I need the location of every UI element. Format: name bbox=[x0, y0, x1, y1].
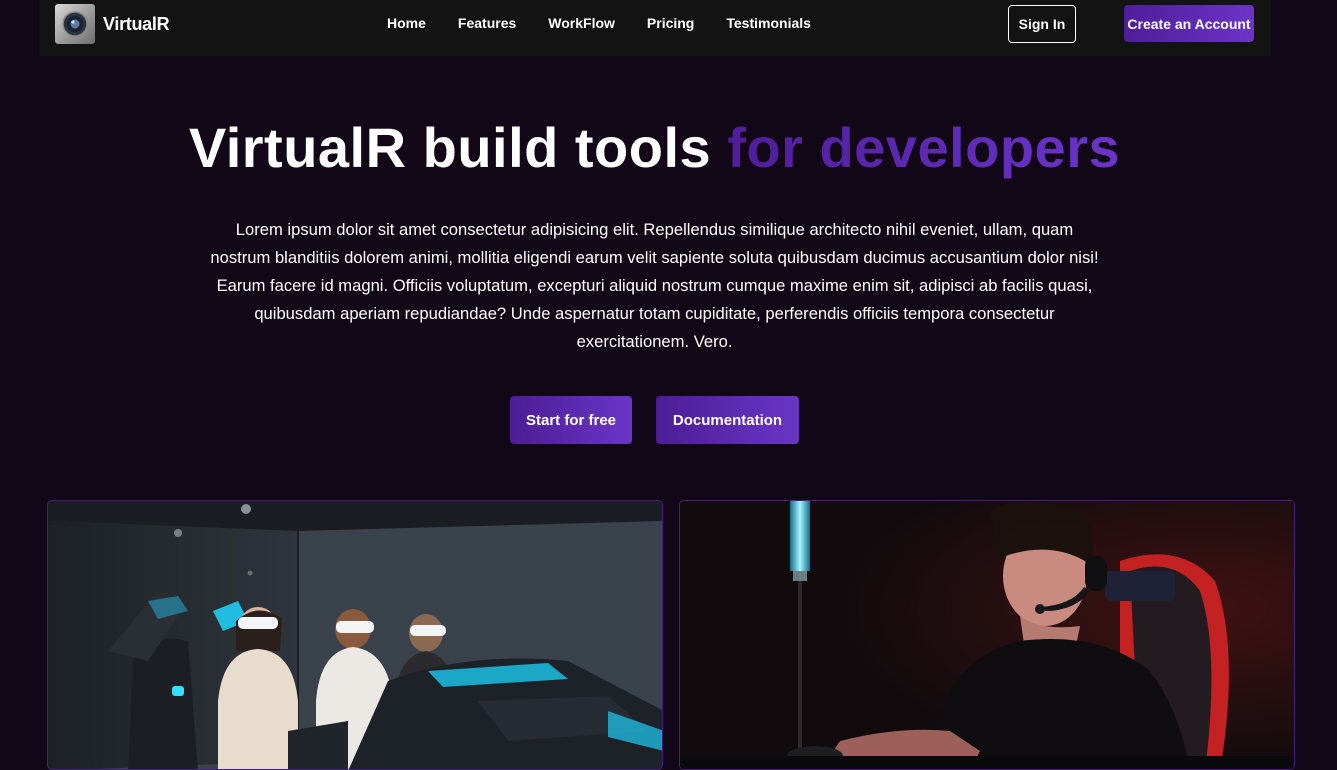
hero-title-accent: for developers bbox=[727, 116, 1121, 179]
nav-link-workflow[interactable]: WorkFlow bbox=[548, 15, 615, 31]
documentation-button[interactable]: Documentation bbox=[656, 396, 799, 444]
nav-link-pricing[interactable]: Pricing bbox=[647, 15, 694, 31]
nav-link-testimonials[interactable]: Testimonials bbox=[726, 15, 811, 31]
sign-in-button[interactable]: Sign In bbox=[1008, 5, 1076, 43]
brand-logo-link[interactable]: VirtualR bbox=[55, 4, 170, 44]
nav-link-home[interactable]: Home bbox=[387, 15, 426, 31]
start-for-free-button[interactable]: Start for free bbox=[510, 396, 632, 444]
navbar: VirtualR Home Features WorkFlow Pricing … bbox=[39, 0, 1271, 56]
hero-description: Lorem ipsum dolor sit amet consectetur a… bbox=[210, 220, 1099, 351]
gamer-image bbox=[680, 501, 1294, 769]
vr-ride-image bbox=[48, 501, 662, 769]
hero-title-main: VirtualR build tools bbox=[188, 116, 728, 179]
logo-icon bbox=[55, 4, 95, 44]
nav-link-features[interactable]: Features bbox=[458, 15, 516, 31]
create-account-button[interactable]: Create an Account bbox=[1124, 5, 1254, 42]
nav-menu: Home Features WorkFlow Pricing Testimoni… bbox=[387, 0, 811, 46]
hero-buttons: Start for free Documentation bbox=[510, 396, 799, 444]
hero-title: VirtualR build tools for developers bbox=[0, 112, 1309, 184]
brand-name: VirtualR bbox=[103, 13, 170, 34]
vr-ride-image-card bbox=[47, 500, 663, 770]
gamer-image-card bbox=[679, 500, 1295, 770]
